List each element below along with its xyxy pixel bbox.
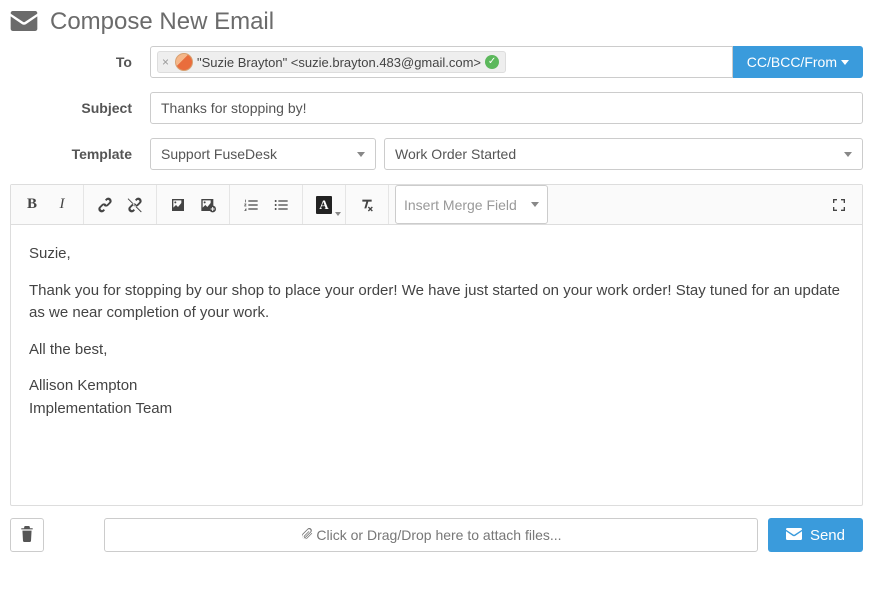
clear-format-button[interactable] — [352, 190, 382, 220]
caret-down-icon — [335, 212, 341, 216]
editor-body[interactable]: Suzie, Thank you for stopping by our sho… — [11, 225, 862, 505]
recipient-chip[interactable]: × "Suzie Brayton" <suzie.brayton.483@gma… — [157, 51, 506, 73]
discard-button[interactable] — [10, 518, 44, 552]
italic-button[interactable]: I — [47, 190, 77, 220]
caret-down-icon — [357, 152, 365, 157]
cc-bcc-from-button[interactable]: CC/BCC/From — [733, 46, 863, 78]
page-title: Compose New Email — [50, 8, 274, 36]
attach-text: Click or Drag/Drop here to attach files.… — [316, 527, 561, 543]
subject-input[interactable] — [150, 92, 863, 124]
unlink-button[interactable] — [120, 190, 150, 220]
body-line: Suzie, — [29, 243, 844, 266]
body-line: Thank you for stopping by our shop to pl… — [29, 280, 844, 325]
body-line: Allison Kempton — [29, 375, 844, 398]
merge-placeholder: Insert Merge Field — [404, 197, 517, 213]
template-name-value: Work Order Started — [395, 146, 516, 162]
template-label: Template — [10, 146, 150, 162]
text-color-button[interactable]: A — [309, 190, 339, 220]
merge-field-select[interactable]: Insert Merge Field — [395, 185, 548, 224]
to-label: To — [10, 54, 150, 70]
fullscreen-button[interactable] — [824, 190, 854, 220]
send-label: Send — [810, 527, 845, 544]
attach-dropzone[interactable]: Click or Drag/Drop here to attach files.… — [104, 518, 758, 552]
template-row: Template Support FuseDesk Work Order Sta… — [0, 138, 873, 170]
image-upload-button[interactable] — [193, 190, 223, 220]
body-line: All the best, — [29, 339, 844, 362]
mail-icon — [10, 11, 38, 34]
editor-toolbar: B I — [11, 185, 862, 225]
send-button[interactable]: Send — [768, 518, 863, 552]
template-group-select[interactable]: Support FuseDesk — [150, 138, 376, 170]
chip-remove-icon[interactable]: × — [162, 55, 171, 69]
recipient-text: "Suzie Brayton" <suzie.brayton.483@gmail… — [197, 55, 481, 70]
caret-down-icon — [844, 152, 852, 157]
template-group-value: Support FuseDesk — [161, 146, 277, 162]
subject-row: Subject — [0, 92, 873, 124]
footer: Click or Drag/Drop here to attach files.… — [0, 506, 873, 562]
subject-label: Subject — [10, 100, 150, 116]
unordered-list-button[interactable] — [266, 190, 296, 220]
caret-down-icon — [841, 60, 849, 65]
cc-bcc-label: CC/BCC/From — [747, 54, 837, 70]
mail-icon — [786, 527, 802, 544]
body-line: Implementation Team — [29, 398, 844, 421]
editor: B I — [10, 184, 863, 506]
verified-icon: ✓ — [485, 55, 499, 69]
trash-icon — [20, 526, 34, 545]
to-input[interactable]: × "Suzie Brayton" <suzie.brayton.483@gma… — [150, 46, 733, 78]
page-header: Compose New Email — [0, 0, 873, 46]
ordered-list-button[interactable] — [236, 190, 266, 220]
caret-down-icon — [531, 202, 539, 207]
avatar — [175, 53, 193, 71]
template-name-select[interactable]: Work Order Started — [384, 138, 863, 170]
image-button[interactable] — [163, 190, 193, 220]
link-button[interactable] — [90, 190, 120, 220]
paperclip-icon — [300, 527, 314, 544]
bold-button[interactable]: B — [17, 190, 47, 220]
to-row: To × "Suzie Brayton" <suzie.brayton.483@… — [0, 46, 873, 78]
